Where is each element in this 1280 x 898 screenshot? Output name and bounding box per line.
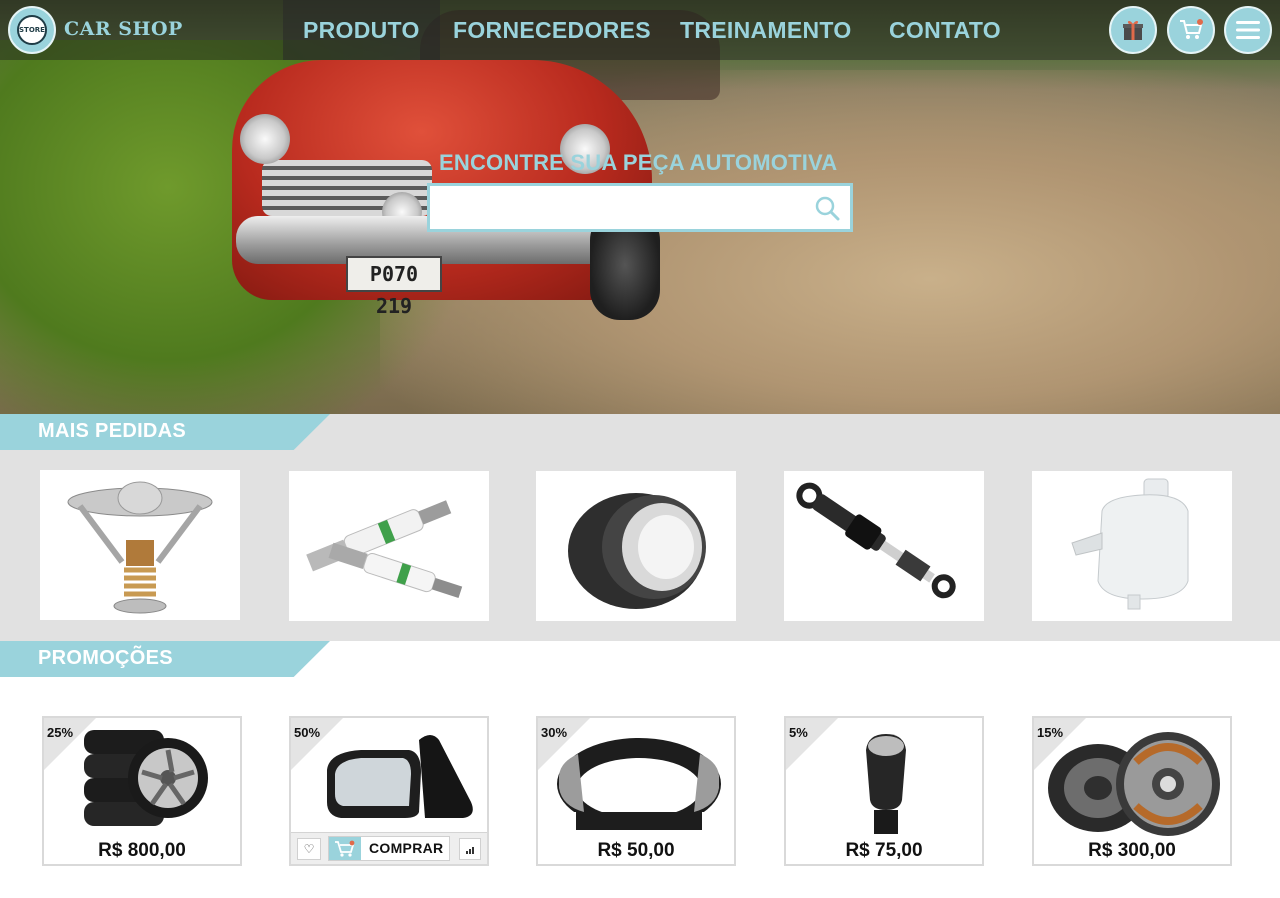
cart-button[interactable] [1167, 6, 1215, 54]
menu-button[interactable] [1224, 6, 1272, 54]
gift-button[interactable] [1109, 6, 1157, 54]
nav-produto[interactable]: PRODUTO [283, 0, 440, 60]
side-mirror-image [327, 735, 473, 818]
discount-label: 25% [47, 725, 74, 740]
license-plate: P070 219 [346, 256, 442, 318]
hero-banner: P070 219 ENCONTRE SUA PEÇA AUTOMOTIVA [0, 0, 1280, 414]
thermostat-image [67, 481, 213, 614]
promo-card-drum-brake-kit[interactable]: 15% R$ 300,00 [1032, 716, 1232, 866]
search-input[interactable] [436, 190, 806, 226]
discount-label: 50% [294, 725, 321, 740]
promo-card-gear-knob[interactable]: 5% R$ 75,00 [784, 716, 984, 866]
price: R$ 50,00 [597, 840, 675, 861]
heart-icon: ♡ [303, 842, 315, 856]
best-sellers-ribbon: MAIS PEDIDAS [0, 414, 330, 450]
product-card-spark-plugs[interactable] [289, 471, 489, 621]
drum-brake-kit-image [1048, 732, 1220, 836]
search-box[interactable] [427, 183, 853, 232]
search-title: ENCONTRE SUA PEÇA AUTOMOTIVA [439, 150, 838, 175]
promotions-section: PROMOÇÕES 25% R$ 800,00 50% ♡ COMPRAR 30… [0, 641, 1280, 898]
buy-button[interactable]: COMPRAR [328, 836, 450, 861]
buy-cart-icon-box [329, 837, 361, 860]
best-sellers-section: MAIS PEDIDAS [0, 414, 1280, 641]
buy-label: COMPRAR [369, 840, 444, 856]
spark-plug-image [306, 500, 463, 599]
top-navigation-bar: STORE CAR SHOP PRODUTO FORNECEDORES TREI… [0, 0, 1280, 60]
menu-icon [1236, 21, 1260, 39]
steering-wheel-cover-image [554, 738, 724, 832]
promotions-title: PROMOÇÕES [38, 647, 173, 669]
store-logo[interactable]: STORE [8, 6, 56, 54]
product-card-shock-absorber[interactable] [784, 471, 984, 621]
product-card-brake-drum[interactable] [536, 471, 736, 621]
tires-image [84, 730, 208, 826]
product-action-bar: ♡ COMPRAR [291, 832, 487, 864]
brake-drum-image [568, 493, 706, 609]
best-sellers-title: MAIS PEDIDAS [38, 420, 187, 442]
promotions-ribbon: PROMOÇÕES [0, 641, 330, 677]
promo-card-tires[interactable]: 25% R$ 800,00 [42, 716, 242, 866]
discount-label: 5% [789, 725, 808, 740]
promo-card-steering-wheel-cover[interactable]: 30% R$ 50,00 [536, 716, 736, 866]
gift-icon [1123, 20, 1143, 40]
product-card-thermostat[interactable] [40, 470, 240, 620]
product-card-coolant-reservoir[interactable] [1032, 471, 1232, 621]
price: R$ 75,00 [845, 840, 923, 861]
shock-absorber-image [796, 482, 956, 599]
nav-fornecedores[interactable]: FORNECEDORES [453, 0, 651, 60]
signal-bars-icon [466, 847, 474, 854]
car-headlight-left [240, 114, 290, 164]
favorite-button[interactable]: ♡ [297, 838, 321, 860]
discount-label: 15% [1037, 725, 1064, 740]
brand-name[interactable]: CAR SHOP [64, 18, 183, 40]
price: R$ 800,00 [98, 840, 186, 861]
nav-contato[interactable]: CONTATO [889, 0, 1001, 60]
coolant-reservoir-image [1071, 478, 1189, 610]
discount-label: 30% [541, 725, 568, 740]
promo-card-side-mirror[interactable]: 50% ♡ COMPRAR [289, 716, 489, 866]
price: R$ 300,00 [1088, 840, 1176, 861]
search-icon[interactable] [814, 195, 840, 221]
logo-text: STORE [17, 15, 47, 45]
gear-knob-image [866, 734, 906, 834]
cart-icon [335, 840, 355, 857]
compare-button[interactable] [459, 838, 481, 860]
nav-treinamento[interactable]: TREINAMENTO [680, 0, 852, 60]
cart-icon [1180, 19, 1203, 39]
